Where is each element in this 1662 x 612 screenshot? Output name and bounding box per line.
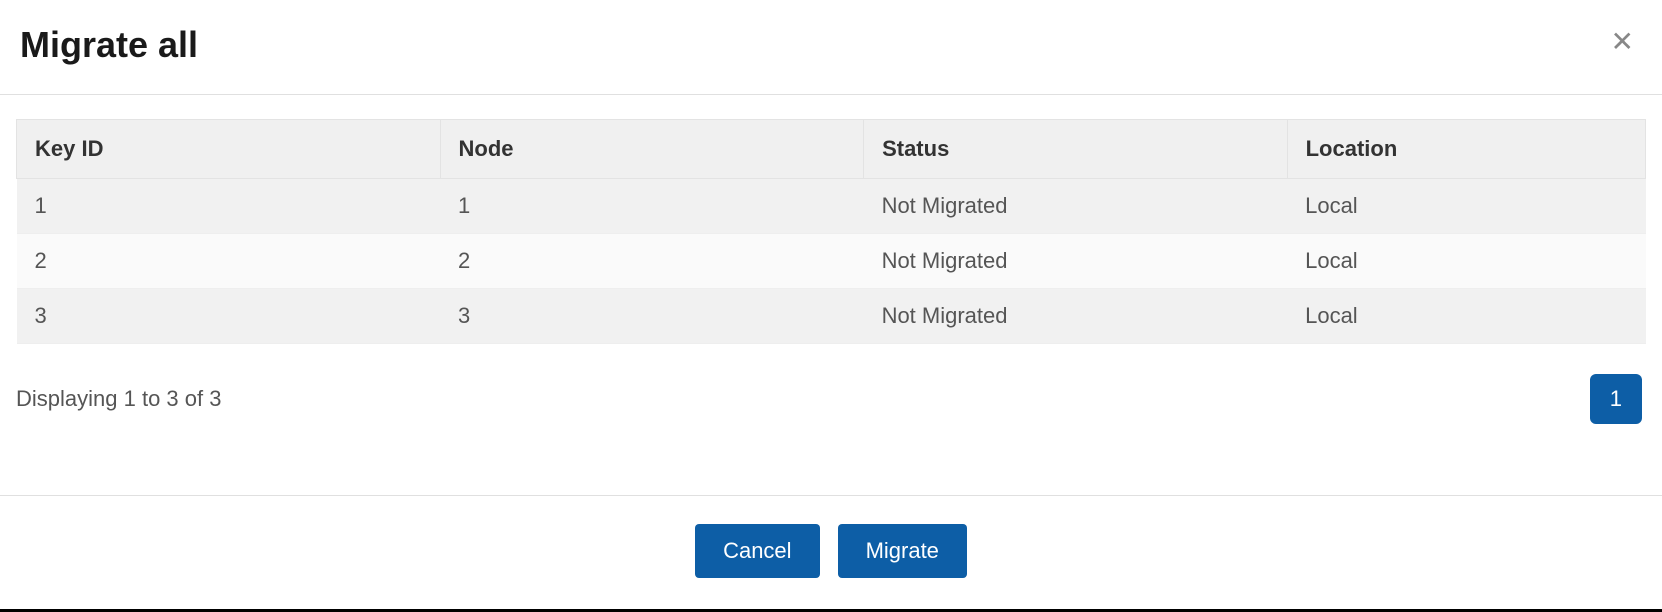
migrate-all-dialog: Migrate all ✕ Key ID Node Status Locatio… xyxy=(0,0,1662,612)
cell-status: Not Migrated xyxy=(864,179,1288,234)
cell-node: 3 xyxy=(440,289,864,344)
column-header-node: Node xyxy=(440,120,864,179)
column-header-key-id: Key ID xyxy=(17,120,441,179)
dialog-header: Migrate all ✕ xyxy=(0,0,1662,95)
cell-status: Not Migrated xyxy=(864,289,1288,344)
pagination-bar: Displaying 1 to 3 of 3 1 xyxy=(16,344,1646,454)
cell-node: 2 xyxy=(440,234,864,289)
cell-node: 1 xyxy=(440,179,864,234)
close-icon[interactable]: ✕ xyxy=(1603,24,1642,60)
table-row: 1 1 Not Migrated Local xyxy=(17,179,1646,234)
cell-key-id: 2 xyxy=(17,234,441,289)
cell-key-id: 3 xyxy=(17,289,441,344)
table-row: 2 2 Not Migrated Local xyxy=(17,234,1646,289)
migrate-button[interactable]: Migrate xyxy=(838,524,967,578)
display-count-text: Displaying 1 to 3 of 3 xyxy=(16,386,221,412)
cell-location: Local xyxy=(1287,179,1645,234)
page-number-button[interactable]: 1 xyxy=(1590,374,1642,424)
table-row: 3 3 Not Migrated Local xyxy=(17,289,1646,344)
dialog-footer: Cancel Migrate xyxy=(0,495,1662,612)
dialog-title: Migrate all xyxy=(20,24,198,66)
cell-status: Not Migrated xyxy=(864,234,1288,289)
cancel-button[interactable]: Cancel xyxy=(695,524,819,578)
cell-key-id: 1 xyxy=(17,179,441,234)
cell-location: Local xyxy=(1287,234,1645,289)
column-header-status: Status xyxy=(864,120,1288,179)
cell-location: Local xyxy=(1287,289,1645,344)
dialog-body: Key ID Node Status Location 1 1 Not Migr… xyxy=(0,95,1662,495)
migration-table: Key ID Node Status Location 1 1 Not Migr… xyxy=(16,119,1646,344)
column-header-location: Location xyxy=(1287,120,1645,179)
